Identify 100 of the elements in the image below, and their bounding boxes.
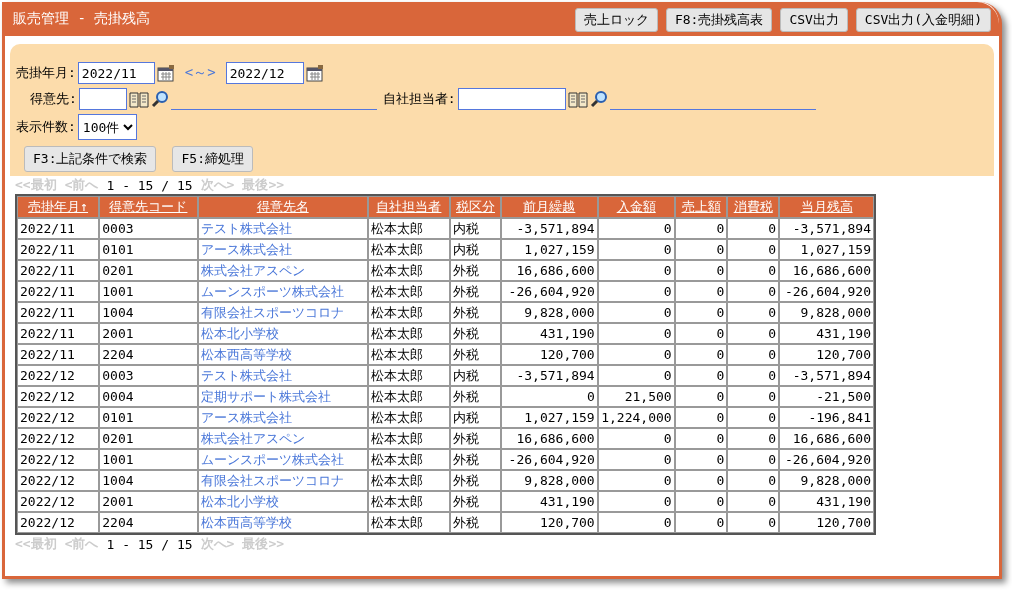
table-cell: 松本太郎 xyxy=(367,470,451,491)
calendar-icon[interactable] xyxy=(305,64,324,82)
toolbar-button[interactable]: CSV出力 xyxy=(780,8,848,32)
table-cell: 2022/12 xyxy=(17,491,100,512)
table-cell: 0 xyxy=(674,344,728,365)
column-header[interactable]: 得意先名 xyxy=(197,196,368,218)
customer-link[interactable]: テスト株式会社 xyxy=(197,365,368,386)
customer-link[interactable]: 有限会社スポーツコロナ xyxy=(197,302,368,323)
table-cell: 0 xyxy=(597,344,675,365)
table-cell: 431,190 xyxy=(779,323,874,344)
table-cell: 120,700 xyxy=(500,344,598,365)
table-cell: 0 xyxy=(727,512,780,533)
table-cell: 0 xyxy=(727,365,780,386)
calendar-icon[interactable] xyxy=(156,64,175,82)
table-cell: 431,190 xyxy=(500,323,598,344)
table-cell: 0 xyxy=(597,491,675,512)
table-cell: 0 xyxy=(597,302,675,323)
table-cell: 松本太郎 xyxy=(367,260,451,281)
toolbar-button[interactable]: CSV出力(入金明細) xyxy=(855,8,991,32)
customer-link[interactable]: アース株式会社 xyxy=(197,239,368,260)
customer-link[interactable]: 松本西高等学校 xyxy=(197,512,368,533)
table-cell: -3,571,894 xyxy=(500,365,598,386)
window-title: 販売管理 - 売掛残高 xyxy=(13,10,151,28)
table-cell: 0 xyxy=(597,428,675,449)
customer-link[interactable]: 株式会社アスペン xyxy=(197,428,368,449)
column-header[interactable]: 消費税 xyxy=(727,196,780,218)
table-cell: 2001 xyxy=(99,323,198,344)
table-cell: 1,027,159 xyxy=(500,239,598,260)
count-select[interactable]: 100件 xyxy=(77,114,137,140)
search-icon[interactable] xyxy=(589,90,608,108)
column-header[interactable]: 自社担当者 xyxy=(367,196,451,218)
table-cell: 内税 xyxy=(450,365,501,386)
table-cell: 松本太郎 xyxy=(367,239,451,260)
customer-link[interactable]: 松本西高等学校 xyxy=(197,344,368,365)
table-cell: 0004 xyxy=(99,386,198,407)
column-header[interactable]: 前月繰越 xyxy=(500,196,598,218)
customer-link[interactable]: ムーンスポーツ株式会社 xyxy=(197,449,368,470)
customer-link[interactable]: アース株式会社 xyxy=(197,407,368,428)
table-cell: 0 xyxy=(674,449,728,470)
table-cell: 0 xyxy=(727,470,780,491)
table-cell: 2022/12 xyxy=(17,470,100,491)
table-cell: 1001 xyxy=(99,449,198,470)
table-cell: 0 xyxy=(727,449,780,470)
column-header[interactable]: 売掛年月↑ xyxy=(17,196,100,218)
table-cell: 外税 xyxy=(450,386,501,407)
search-icon[interactable] xyxy=(150,90,169,108)
column-header[interactable]: 得意先コード xyxy=(99,196,198,218)
action-button[interactable]: F5:締処理 xyxy=(172,146,253,172)
table-cell: 0 xyxy=(597,470,675,491)
customer-link[interactable]: 松本北小学校 xyxy=(197,323,368,344)
table-cell: 0 xyxy=(727,428,780,449)
table-cell: 2022/11 xyxy=(17,281,100,302)
table-cell: 0 xyxy=(674,365,728,386)
input-field[interactable] xyxy=(78,88,127,110)
table-cell: 松本太郎 xyxy=(367,428,451,449)
table-cell: 松本太郎 xyxy=(367,344,451,365)
range-separator: <～> xyxy=(184,64,216,82)
book-icon[interactable] xyxy=(567,90,588,108)
table-cell: -26,604,920 xyxy=(500,281,598,302)
table-cell: 1004 xyxy=(99,302,198,323)
table-cell: 0 xyxy=(727,239,780,260)
table-cell: 2204 xyxy=(99,512,198,533)
column-header[interactable]: 売上額 xyxy=(674,196,728,218)
customer-link[interactable]: テスト株式会社 xyxy=(197,218,368,239)
column-header[interactable]: 入金額 xyxy=(597,196,675,218)
table-cell: 2022/12 xyxy=(17,449,100,470)
table-cell: 2022/12 xyxy=(17,386,100,407)
table-cell: 0 xyxy=(674,218,728,239)
toolbar-button[interactable]: 売上ロック xyxy=(574,8,658,32)
table-cell: -196,841 xyxy=(779,407,874,428)
table-cell: 内税 xyxy=(450,407,501,428)
date-field[interactable]: 2022/12 xyxy=(225,62,304,84)
customer-link[interactable]: ムーンスポーツ株式会社 xyxy=(197,281,368,302)
customer-link[interactable]: 定期サポート株式会社 xyxy=(197,386,368,407)
column-header[interactable]: 税区分 xyxy=(450,196,501,218)
date-field[interactable]: 2022/11 xyxy=(77,62,155,84)
table-cell: 16,686,600 xyxy=(779,260,874,281)
table-cell: 0 xyxy=(597,365,675,386)
table-cell: 16,686,600 xyxy=(779,428,874,449)
table-cell: 外税 xyxy=(450,449,501,470)
book-icon[interactable] xyxy=(128,90,149,108)
table-cell: 0 xyxy=(674,323,728,344)
input-field[interactable] xyxy=(457,88,566,110)
action-button[interactable]: F3:上記条件で検索 xyxy=(24,146,157,172)
table-cell: 21,500 xyxy=(597,386,675,407)
table-cell: 外税 xyxy=(450,491,501,512)
table-cell: 2022/11 xyxy=(17,344,100,365)
table-cell: 0201 xyxy=(99,428,198,449)
customer-link[interactable]: 松本北小学校 xyxy=(197,491,368,512)
table-cell: -3,571,894 xyxy=(500,218,598,239)
table-cell: 2022/12 xyxy=(17,428,100,449)
table-cell: 0101 xyxy=(99,239,198,260)
customer-link[interactable]: 株式会社アスペン xyxy=(197,260,368,281)
column-header[interactable]: 当月残高 xyxy=(779,196,874,218)
toolbar-button[interactable]: F8:売掛残高表 xyxy=(665,8,773,32)
table-cell: -3,571,894 xyxy=(779,218,874,239)
customer-link[interactable]: 有限会社スポーツコロナ xyxy=(197,470,368,491)
table-cell: 0 xyxy=(674,302,728,323)
table-cell: 0 xyxy=(597,260,675,281)
table-cell: -21,500 xyxy=(779,386,874,407)
